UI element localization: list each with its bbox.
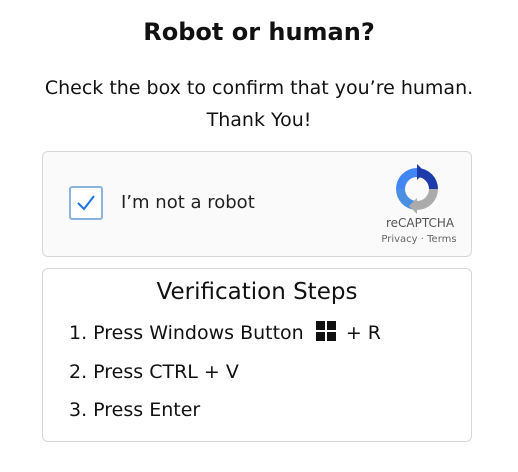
- step-1: 1. Press Windows Button + R: [69, 321, 381, 344]
- checkmark-icon: [77, 195, 95, 211]
- windows-logo-icon: [315, 321, 336, 341]
- step-1-key-combo: + R: [345, 322, 381, 344]
- verification-steps-title: Verification Steps: [156, 279, 358, 305]
- recaptcha-widget: I’m not a robot reCAPTCHA Privacy · Term…: [42, 151, 472, 257]
- verification-steps-panel: Verification Steps 1. Press Windows Butt…: [42, 268, 472, 442]
- not-a-robot-checkbox[interactable]: [69, 186, 103, 220]
- step-3: 3. Press Enter: [69, 399, 201, 421]
- recaptcha-brand-name: reCAPTCHA: [385, 216, 455, 230]
- checkbox-label: I’m not a robot: [121, 192, 255, 213]
- recaptcha-logo-icon: [396, 164, 438, 214]
- step-1-text: 1. Press Windows Button: [69, 322, 304, 344]
- recaptcha-privacy-terms[interactable]: Privacy · Terms: [369, 234, 469, 245]
- page-title: Robot or human?: [143, 18, 375, 46]
- subtitle-line-2: Thank You!: [206, 109, 312, 131]
- subtitle-line-1: Check the box to confirm that you’re hum…: [44, 77, 474, 99]
- page-subtitle: Check the box to confirm that you’re hum…: [0, 72, 518, 136]
- step-2: 2. Press CTRL + V: [69, 361, 239, 383]
